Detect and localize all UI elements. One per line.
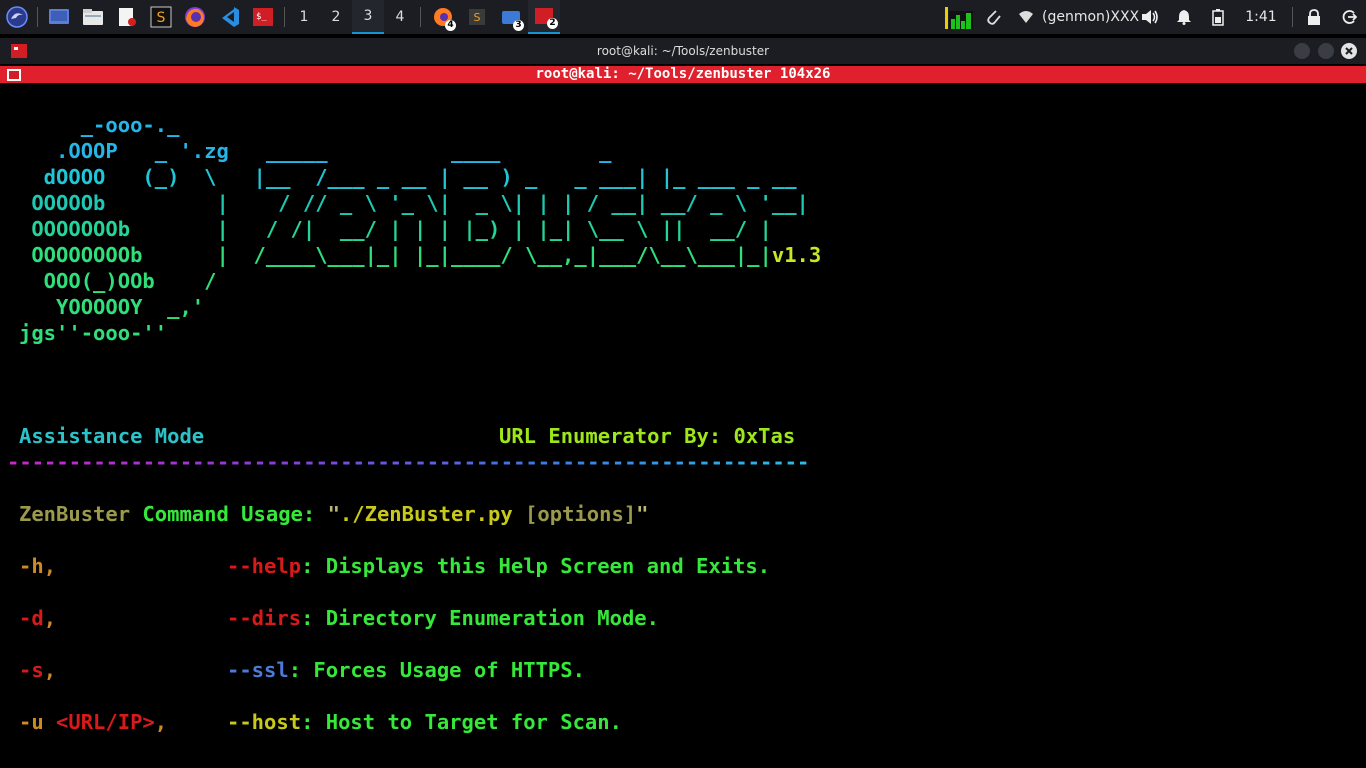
clipboard-icon[interactable]	[982, 0, 1004, 34]
firefox-icon[interactable]	[182, 0, 208, 34]
svg-text:$_: $_	[256, 12, 267, 22]
workspace-2[interactable]: 2	[320, 0, 352, 34]
file-manager-icon[interactable]	[80, 0, 106, 34]
show-desktop-icon[interactable]	[46, 0, 72, 34]
option-dirs-desc: --dirs: Directory Enumeration Mode.	[227, 606, 659, 630]
option-dirs: -d,	[19, 606, 57, 630]
usage-options: [options]	[512, 502, 637, 526]
text-editor-icon[interactable]	[114, 0, 140, 34]
usage-command: ./ZenBuster.py	[339, 502, 513, 526]
volume-icon[interactable]	[1140, 0, 1160, 34]
banner-line: OOOOOOOOb | /____\___|_| |_|____/ \__,_|…	[19, 243, 822, 267]
svg-text:S: S	[474, 11, 481, 24]
terminal-launcher-icon[interactable]: $_	[250, 0, 276, 34]
option-help-desc: --help: Displays this Help Screen and Ex…	[227, 554, 771, 578]
banner-line: YOOOOOY _,'	[19, 295, 205, 319]
terminal-title: root@kali: ~/Tools/zenbuster 104x26	[535, 66, 831, 82]
option-ssl: -s,	[19, 658, 57, 682]
banner-line: dOOOO (_) \ |__ /___ _ __ | __ ) _ _ ___…	[19, 165, 797, 189]
separator-line: ----------------------------------------…	[7, 450, 810, 474]
notifications-icon[interactable]	[1174, 0, 1194, 34]
svg-text:S: S	[157, 10, 166, 26]
close-button[interactable]	[1341, 43, 1357, 59]
option-host: -u <URL/IP>,	[19, 710, 168, 734]
maximize-button[interactable]	[1318, 43, 1334, 59]
banner-line: jgs''-ooo-''	[19, 321, 168, 345]
vscode-icon[interactable]	[216, 0, 242, 34]
app-name: ZenBuster	[19, 502, 131, 526]
lock-screen-icon[interactable]	[1304, 0, 1324, 34]
battery-icon[interactable]	[1208, 0, 1228, 34]
banner-line: _-ooo-._	[19, 113, 180, 137]
genmon-plugin[interactable]: (genmon)XXX	[1042, 0, 1139, 34]
network-icon[interactable]	[1016, 0, 1036, 34]
window-title: root@kali: ~/Tools/zenbuster	[596, 44, 770, 58]
author-label: URL Enumerator By: 0xTas	[499, 424, 796, 448]
banner-line: OOO(_)OOb /	[19, 269, 217, 293]
terminal-title-bar: root@kali: ~/Tools/zenbuster 104x26	[0, 66, 1366, 83]
banner-line: .OOOP _ '.zg _____ ____ _	[19, 139, 612, 163]
top-panel: S $_ 1 2 3 4 4 S 3 2 (genmon)XXX 1:41	[0, 0, 1366, 34]
terminal-output[interactable]: _-ooo-._ .OOOP _ '.zg _____ ____ _ dOOOO…	[5, 84, 1361, 764]
workspace-3[interactable]: 3	[352, 0, 384, 34]
task-terminal-group[interactable]: 2	[528, 0, 560, 34]
workspace-1[interactable]: 1	[288, 0, 320, 34]
sublime-text-icon[interactable]: S	[148, 0, 174, 34]
window-titlebar[interactable]: root@kali: ~/Tools/zenbuster	[0, 38, 1366, 64]
option-help: -h,	[19, 554, 57, 578]
usage-line: ZenBuster Command Usage: "./ZenBuster.py…	[19, 502, 649, 526]
close-icon	[1345, 47, 1353, 55]
option-host-desc: --host: Host to Target for Scan.	[227, 710, 622, 734]
task-file-manager-group[interactable]: 3	[496, 0, 526, 34]
logout-icon[interactable]	[1338, 0, 1360, 34]
clock[interactable]: 1:41	[1240, 0, 1282, 34]
banner-line: OOOOOOOb | / /| __/ | | | |_) | |_| \__ …	[19, 217, 772, 241]
task-count-badge: 4	[445, 20, 456, 31]
minimize-button[interactable]	[1294, 43, 1310, 59]
cpu-graph-icon	[944, 0, 974, 34]
version-label: v1.3	[771, 243, 822, 267]
workspace-4[interactable]: 4	[384, 0, 416, 34]
task-firefox-group[interactable]: 4	[428, 0, 458, 34]
task-count-badge: 3	[513, 20, 524, 31]
usage-label: Command Usage:	[130, 502, 328, 526]
kali-menu-icon[interactable]	[4, 0, 30, 34]
option-ssl-desc: --ssl: Forces Usage of HTTPS.	[227, 658, 585, 682]
banner-line: OOOOOb | / // _ \ '_ \| _ \| | | / __| _…	[19, 191, 809, 215]
task-count-badge: 2	[547, 18, 558, 29]
mode-label: Assistance Mode	[19, 424, 205, 448]
task-sublime[interactable]: S	[462, 0, 492, 34]
